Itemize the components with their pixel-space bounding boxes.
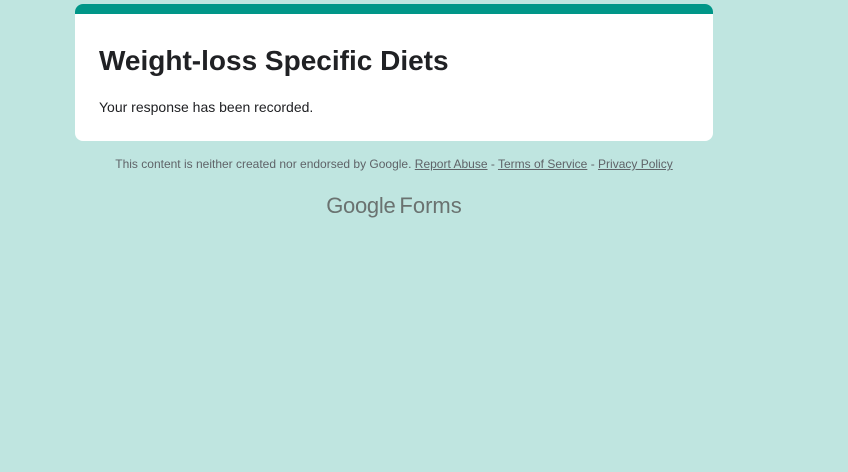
forms-wordmark: Forms [399,193,462,218]
report-abuse-link[interactable]: Report Abuse [415,157,488,171]
form-title: Weight-loss Specific Diets [99,45,449,76]
google-wordmark: Google [326,193,396,218]
privacy-policy-link[interactable]: Privacy Policy [598,157,673,171]
form-card: Weight-loss Specific Diets Your response… [75,4,713,141]
disclaimer-text: This content is neither created nor endo… [115,157,412,171]
separator: - [490,157,495,171]
terms-of-service-link[interactable]: Terms of Service [498,157,587,171]
google-forms-logo[interactable]: Google Forms [75,191,713,221]
footer-disclaimer: This content is neither created nor endo… [75,156,713,173]
card-accent-bar [75,4,713,14]
confirmation-message: Your response has been recorded. [99,99,314,115]
separator: - [590,157,595,171]
